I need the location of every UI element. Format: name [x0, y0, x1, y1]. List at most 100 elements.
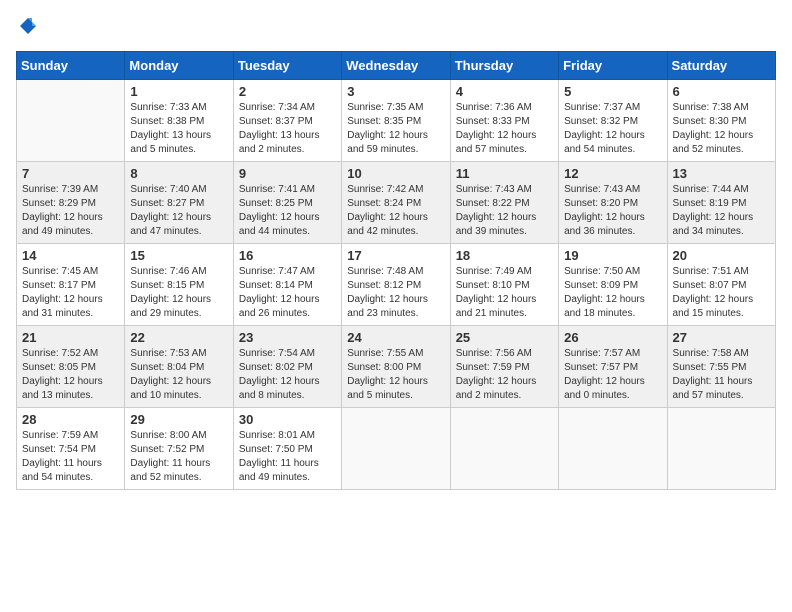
calendar-day-cell: 15 Sunrise: 7:46 AMSunset: 8:15 PMDayligh…	[125, 243, 233, 325]
logo-icon	[18, 16, 38, 36]
day-number: 13	[673, 166, 770, 181]
day-number: 28	[22, 412, 119, 427]
calendar-day-cell: 3 Sunrise: 7:35 AMSunset: 8:35 PMDaylight…	[342, 79, 450, 161]
day-info: Sunrise: 7:52 AMSunset: 8:05 PMDaylight:…	[22, 347, 119, 403]
day-number: 24	[347, 330, 444, 345]
calendar-day-cell: 28 Sunrise: 7:59 AMSunset: 7:54 PMDayligh…	[17, 407, 125, 489]
weekday-header-monday: Monday	[125, 51, 233, 79]
day-info: Sunrise: 7:40 AMSunset: 8:27 PMDaylight:…	[130, 183, 227, 239]
day-info: Sunrise: 7:38 AMSunset: 8:30 PMDaylight:…	[673, 101, 770, 157]
day-number: 23	[239, 330, 336, 345]
day-number: 3	[347, 84, 444, 99]
day-info: Sunrise: 7:54 AMSunset: 8:02 PMDaylight:…	[239, 347, 336, 403]
calendar-day-cell: 19Sunrise: 7:50 AMSunset: 8:09 PMDayligh…	[559, 243, 667, 325]
calendar-day-cell: 12 Sunrise: 7:43 AMSunset: 8:20 PMDayligh…	[559, 161, 667, 243]
day-info: Sunrise: 7:34 AMSunset: 8:37 PMDaylight:…	[239, 101, 336, 157]
calendar-day-cell: 22 Sunrise: 7:53 AMSunset: 8:04 PMDayligh…	[125, 325, 233, 407]
day-number: 15	[130, 248, 227, 263]
day-number: 1	[130, 84, 227, 99]
day-number: 25	[456, 330, 553, 345]
day-number: 26	[564, 330, 661, 345]
day-number: 12	[564, 166, 661, 181]
day-info: Sunrise: 7:51 AMSunset: 8:07 PMDaylight:…	[673, 265, 770, 321]
day-number: 17	[347, 248, 444, 263]
day-number: 11	[456, 166, 553, 181]
calendar-day-cell	[17, 79, 125, 161]
day-number: 20	[673, 248, 770, 263]
day-info: Sunrise: 7:36 AMSunset: 8:33 PMDaylight:…	[456, 101, 553, 157]
day-info: Sunrise: 7:43 AMSunset: 8:22 PMDaylight:…	[456, 183, 553, 239]
day-number: 27	[673, 330, 770, 345]
weekday-header-tuesday: Tuesday	[233, 51, 341, 79]
day-info: Sunrise: 7:45 AMSunset: 8:17 PMDaylight:…	[22, 265, 119, 321]
calendar-day-cell: 1 Sunrise: 7:33 AMSunset: 8:38 PMDaylight…	[125, 79, 233, 161]
calendar-day-cell: 20 Sunrise: 7:51 AMSunset: 8:07 PMDayligh…	[667, 243, 775, 325]
calendar-week-row: 14Sunrise: 7:45 AMSunset: 8:17 PMDayligh…	[17, 243, 776, 325]
weekday-header-thursday: Thursday	[450, 51, 558, 79]
day-number: 21	[22, 330, 119, 345]
day-info: Sunrise: 7:43 AMSunset: 8:20 PMDaylight:…	[564, 183, 661, 239]
weekday-header-saturday: Saturday	[667, 51, 775, 79]
calendar-day-cell: 5Sunrise: 7:37 AMSunset: 8:32 PMDaylight…	[559, 79, 667, 161]
calendar-day-cell	[667, 407, 775, 489]
calendar-week-row: 1 Sunrise: 7:33 AMSunset: 8:38 PMDaylight…	[17, 79, 776, 161]
calendar-day-cell: 11 Sunrise: 7:43 AMSunset: 8:22 PMDayligh…	[450, 161, 558, 243]
calendar-week-row: 7 Sunrise: 7:39 AMSunset: 8:29 PMDaylight…	[17, 161, 776, 243]
day-info: Sunrise: 7:57 AMSunset: 7:57 PMDaylight:…	[564, 347, 661, 403]
day-info: Sunrise: 7:55 AMSunset: 8:00 PMDaylight:…	[347, 347, 444, 403]
calendar-day-cell: 4 Sunrise: 7:36 AMSunset: 8:33 PMDaylight…	[450, 79, 558, 161]
day-number: 30	[239, 412, 336, 427]
calendar-day-cell: 24 Sunrise: 7:55 AMSunset: 8:00 PMDayligh…	[342, 325, 450, 407]
day-number: 8	[130, 166, 227, 181]
day-info: Sunrise: 7:49 AMSunset: 8:10 PMDaylight:…	[456, 265, 553, 321]
calendar-day-cell: 18 Sunrise: 7:49 AMSunset: 8:10 PMDayligh…	[450, 243, 558, 325]
day-info: Sunrise: 7:47 AMSunset: 8:14 PMDaylight:…	[239, 265, 336, 321]
calendar-day-cell: 14Sunrise: 7:45 AMSunset: 8:17 PMDayligh…	[17, 243, 125, 325]
day-number: 2	[239, 84, 336, 99]
day-info: Sunrise: 7:39 AMSunset: 8:29 PMDaylight:…	[22, 183, 119, 239]
day-info: Sunrise: 7:46 AMSunset: 8:15 PMDaylight:…	[130, 265, 227, 321]
calendar-day-cell: 16 Sunrise: 7:47 AMSunset: 8:14 PMDayligh…	[233, 243, 341, 325]
calendar-day-cell: 7 Sunrise: 7:39 AMSunset: 8:29 PMDaylight…	[17, 161, 125, 243]
weekday-header-sunday: Sunday	[17, 51, 125, 79]
day-info: Sunrise: 7:53 AMSunset: 8:04 PMDaylight:…	[130, 347, 227, 403]
day-info: Sunrise: 7:56 AMSunset: 7:59 PMDaylight:…	[456, 347, 553, 403]
day-info: Sunrise: 7:42 AMSunset: 8:24 PMDaylight:…	[347, 183, 444, 239]
day-info: Sunrise: 7:33 AMSunset: 8:38 PMDaylight:…	[130, 101, 227, 157]
weekday-header-row: SundayMondayTuesdayWednesdayThursdayFrid…	[17, 51, 776, 79]
day-info: Sunrise: 7:48 AMSunset: 8:12 PMDaylight:…	[347, 265, 444, 321]
day-number: 29	[130, 412, 227, 427]
day-info: Sunrise: 8:01 AMSunset: 7:50 PMDaylight:…	[239, 429, 336, 485]
calendar-day-cell: 26 Sunrise: 7:57 AMSunset: 7:57 PMDayligh…	[559, 325, 667, 407]
calendar-day-cell: 9Sunrise: 7:41 AMSunset: 8:25 PMDaylight…	[233, 161, 341, 243]
calendar-day-cell: 21 Sunrise: 7:52 AMSunset: 8:05 PMDayligh…	[17, 325, 125, 407]
day-number: 10	[347, 166, 444, 181]
day-number: 9	[239, 166, 336, 181]
calendar-day-cell: 29 Sunrise: 8:00 AMSunset: 7:52 PMDayligh…	[125, 407, 233, 489]
day-info: Sunrise: 7:35 AMSunset: 8:35 PMDaylight:…	[347, 101, 444, 157]
calendar-day-cell: 2 Sunrise: 7:34 AMSunset: 8:37 PMDaylight…	[233, 79, 341, 161]
calendar-day-cell: 30 Sunrise: 8:01 AMSunset: 7:50 PMDayligh…	[233, 407, 341, 489]
day-number: 18	[456, 248, 553, 263]
day-number: 7	[22, 166, 119, 181]
calendar-week-row: 21 Sunrise: 7:52 AMSunset: 8:05 PMDayligh…	[17, 325, 776, 407]
day-info: Sunrise: 7:59 AMSunset: 7:54 PMDaylight:…	[22, 429, 119, 485]
calendar-day-cell: 10 Sunrise: 7:42 AMSunset: 8:24 PMDayligh…	[342, 161, 450, 243]
day-info: Sunrise: 7:37 AMSunset: 8:32 PMDaylight:…	[564, 101, 661, 157]
day-info: Sunrise: 7:44 AMSunset: 8:19 PMDaylight:…	[673, 183, 770, 239]
calendar-day-cell	[559, 407, 667, 489]
day-info: Sunrise: 8:00 AMSunset: 7:52 PMDaylight:…	[130, 429, 227, 485]
calendar-table: SundayMondayTuesdayWednesdayThursdayFrid…	[16, 51, 776, 490]
calendar-day-cell	[342, 407, 450, 489]
calendar-body: 1 Sunrise: 7:33 AMSunset: 8:38 PMDaylight…	[17, 79, 776, 489]
day-number: 4	[456, 84, 553, 99]
weekday-header-friday: Friday	[559, 51, 667, 79]
day-number: 22	[130, 330, 227, 345]
calendar-day-cell: 23 Sunrise: 7:54 AMSunset: 8:02 PMDayligh…	[233, 325, 341, 407]
day-number: 16	[239, 248, 336, 263]
calendar-day-cell: 13 Sunrise: 7:44 AMSunset: 8:19 PMDayligh…	[667, 161, 775, 243]
day-info: Sunrise: 7:50 AMSunset: 8:09 PMDaylight:…	[564, 265, 661, 321]
logo	[16, 16, 38, 41]
day-info: Sunrise: 7:58 AMSunset: 7:55 PMDaylight:…	[673, 347, 770, 403]
calendar-day-cell	[450, 407, 558, 489]
